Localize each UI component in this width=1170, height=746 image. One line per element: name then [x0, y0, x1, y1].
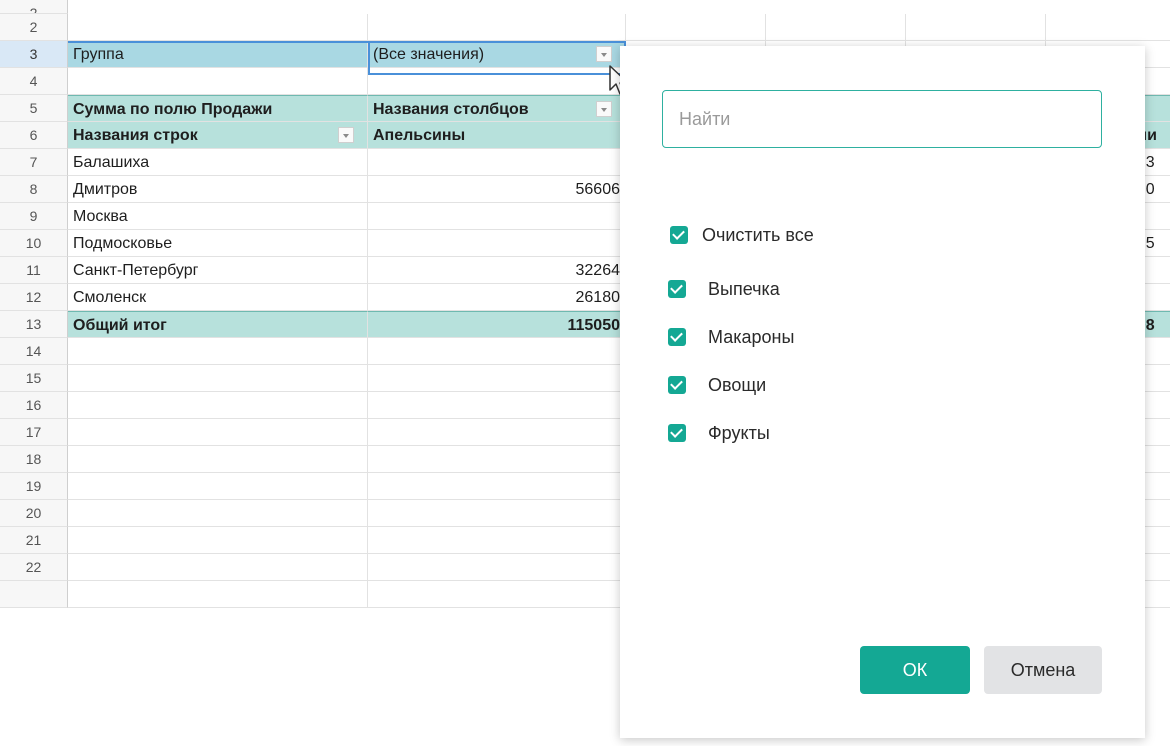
- cell[interactable]: [68, 446, 368, 473]
- row-header[interactable]: 15: [0, 365, 68, 392]
- cell[interactable]: [368, 446, 626, 473]
- cancel-button[interactable]: Отмена: [984, 646, 1102, 694]
- filter-value-cell[interactable]: (Все значения): [368, 41, 626, 68]
- cell[interactable]: [68, 581, 368, 608]
- row-label[interactable]: Смоленск: [68, 284, 368, 311]
- cell[interactable]: [1046, 14, 1170, 41]
- cell[interactable]: [368, 527, 626, 554]
- filter-value-text: (Все значения): [373, 46, 485, 63]
- cell[interactable]: [368, 338, 626, 365]
- pivot-rows-label: Названия строк: [73, 127, 198, 144]
- cell[interactable]: [68, 500, 368, 527]
- cell[interactable]: [368, 68, 626, 95]
- row-header[interactable]: 12: [0, 284, 68, 311]
- row-header[interactable]: 3: [0, 41, 68, 68]
- row-header[interactable]: 8: [0, 176, 68, 203]
- rows-filter-dropdown-button[interactable]: [338, 127, 354, 143]
- cell[interactable]: [368, 365, 626, 392]
- cell[interactable]: [368, 473, 626, 500]
- row-header[interactable]: 22: [0, 554, 68, 581]
- row-header[interactable]: 13: [0, 311, 68, 338]
- value-cell[interactable]: 56606: [368, 176, 626, 203]
- pivot-column-header[interactable]: Апельсины: [368, 122, 626, 149]
- row-header[interactable]: 18: [0, 446, 68, 473]
- row-label[interactable]: Москва: [68, 203, 368, 230]
- filter-dropdown-button[interactable]: [596, 46, 612, 62]
- clear-all-label[interactable]: Очистить все: [702, 224, 814, 246]
- value-cell[interactable]: [368, 149, 626, 176]
- cell[interactable]: [68, 68, 368, 95]
- pivot-rows-label-cell[interactable]: Названия строк: [68, 122, 368, 149]
- row-label[interactable]: Подмосковье: [68, 230, 368, 257]
- row-header[interactable]: 21: [0, 527, 68, 554]
- cell[interactable]: [368, 554, 626, 581]
- total-value[interactable]: 115050: [368, 311, 626, 338]
- row-label[interactable]: Балашиха: [68, 149, 368, 176]
- cell[interactable]: [68, 365, 368, 392]
- row-header[interactable]: 10: [0, 230, 68, 257]
- cell[interactable]: [68, 419, 368, 446]
- row-header[interactable]: 2: [0, 14, 68, 41]
- row-header[interactable]: 16: [0, 392, 68, 419]
- search-input[interactable]: [663, 91, 1101, 147]
- cell[interactable]: [68, 392, 368, 419]
- pivot-columns-label: Названия столбцов: [373, 101, 529, 118]
- row-header[interactable]: 19: [0, 473, 68, 500]
- row-header[interactable]: 7: [0, 149, 68, 176]
- row-header[interactable]: 6: [0, 122, 68, 149]
- row-header[interactable]: 14: [0, 338, 68, 365]
- item-label[interactable]: Макароны: [708, 326, 794, 348]
- cell[interactable]: [68, 527, 368, 554]
- item-label[interactable]: Фрукты: [708, 422, 770, 444]
- row-header[interactable]: 9: [0, 203, 68, 230]
- row-header[interactable]: 5: [0, 95, 68, 122]
- sheet-row: 2: [0, 14, 1170, 41]
- row-selection-indicator: [68, 41, 368, 43]
- row-header[interactable]: 11: [0, 257, 68, 284]
- pivot-columns-label-cell[interactable]: Названия столбцов: [368, 95, 626, 122]
- cell[interactable]: [368, 392, 626, 419]
- cell[interactable]: [766, 14, 906, 41]
- item-checkbox[interactable]: [668, 328, 686, 346]
- row-label[interactable]: Дмитров: [68, 176, 368, 203]
- cell[interactable]: [68, 14, 368, 41]
- cell[interactable]: [368, 581, 626, 608]
- value-cell[interactable]: 26180: [368, 284, 626, 311]
- total-label[interactable]: Общий итог: [68, 311, 368, 338]
- columns-filter-dropdown-button[interactable]: [596, 101, 612, 117]
- filter-label-cell[interactable]: Группа: [68, 41, 368, 68]
- cell[interactable]: [906, 14, 1046, 41]
- row-header[interactable]: 4: [0, 68, 68, 95]
- ok-button[interactable]: ОК: [860, 646, 970, 694]
- row-header[interactable]: 2: [0, 0, 68, 14]
- cell[interactable]: [368, 419, 626, 446]
- item-checkbox[interactable]: [668, 280, 686, 298]
- cell[interactable]: [68, 554, 368, 581]
- item-checkbox[interactable]: [668, 424, 686, 442]
- row-label[interactable]: Санкт-Петербург: [68, 257, 368, 284]
- cell[interactable]: [68, 338, 368, 365]
- row-header[interactable]: 17: [0, 419, 68, 446]
- row-header[interactable]: [0, 581, 68, 608]
- search-field[interactable]: [662, 90, 1102, 148]
- value-cell[interactable]: [368, 203, 626, 230]
- item-label[interactable]: Выпечка: [708, 278, 780, 300]
- clear-all-checkbox[interactable]: [670, 226, 688, 244]
- value-cell[interactable]: [368, 230, 626, 257]
- filter-popup: Очистить все Выпечка Макароны Овощи Фрук…: [620, 46, 1145, 738]
- pivot-sum-label[interactable]: Сумма по полю Продажи: [68, 95, 368, 122]
- value-cell[interactable]: 32264: [368, 257, 626, 284]
- item-checkbox[interactable]: [668, 376, 686, 394]
- cell[interactable]: [68, 473, 368, 500]
- item-label[interactable]: Овощи: [708, 374, 766, 396]
- row-header[interactable]: 20: [0, 500, 68, 527]
- cell[interactable]: [368, 14, 626, 41]
- cell[interactable]: [626, 14, 766, 41]
- cell[interactable]: [368, 500, 626, 527]
